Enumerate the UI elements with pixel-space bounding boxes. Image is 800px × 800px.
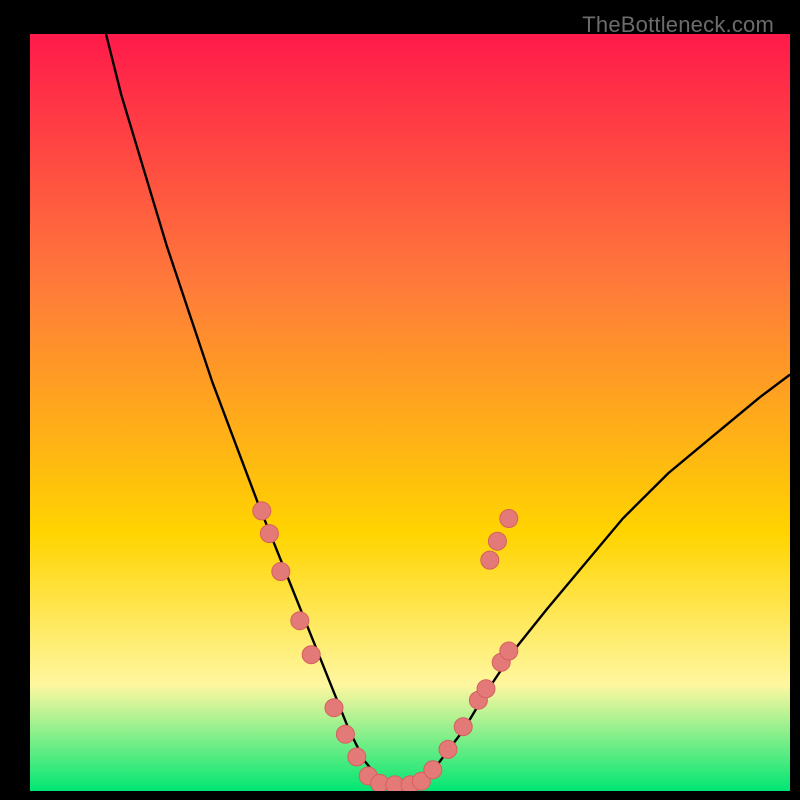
- sample-marker: [424, 761, 442, 779]
- plot-area: [30, 34, 790, 791]
- watermark-text: TheBottleneck.com: [582, 12, 774, 38]
- sample-marker: [348, 748, 366, 766]
- sample-marker: [336, 725, 354, 743]
- sample-marker: [325, 699, 343, 717]
- sample-marker: [439, 740, 457, 758]
- sample-marker: [272, 563, 290, 581]
- sample-marker: [253, 502, 271, 520]
- sample-marker: [481, 551, 499, 569]
- sample-marker: [260, 525, 278, 543]
- sample-marker: [500, 642, 518, 660]
- sample-marker: [454, 718, 472, 736]
- sample-marker: [500, 510, 518, 528]
- sample-marker: [477, 680, 495, 698]
- sample-marker: [488, 532, 506, 550]
- sample-marker: [291, 612, 309, 630]
- gradient-background: [30, 34, 790, 791]
- sample-marker: [302, 646, 320, 664]
- bottleneck-chart: [30, 34, 790, 791]
- chart-frame: TheBottleneck.com: [12, 12, 788, 788]
